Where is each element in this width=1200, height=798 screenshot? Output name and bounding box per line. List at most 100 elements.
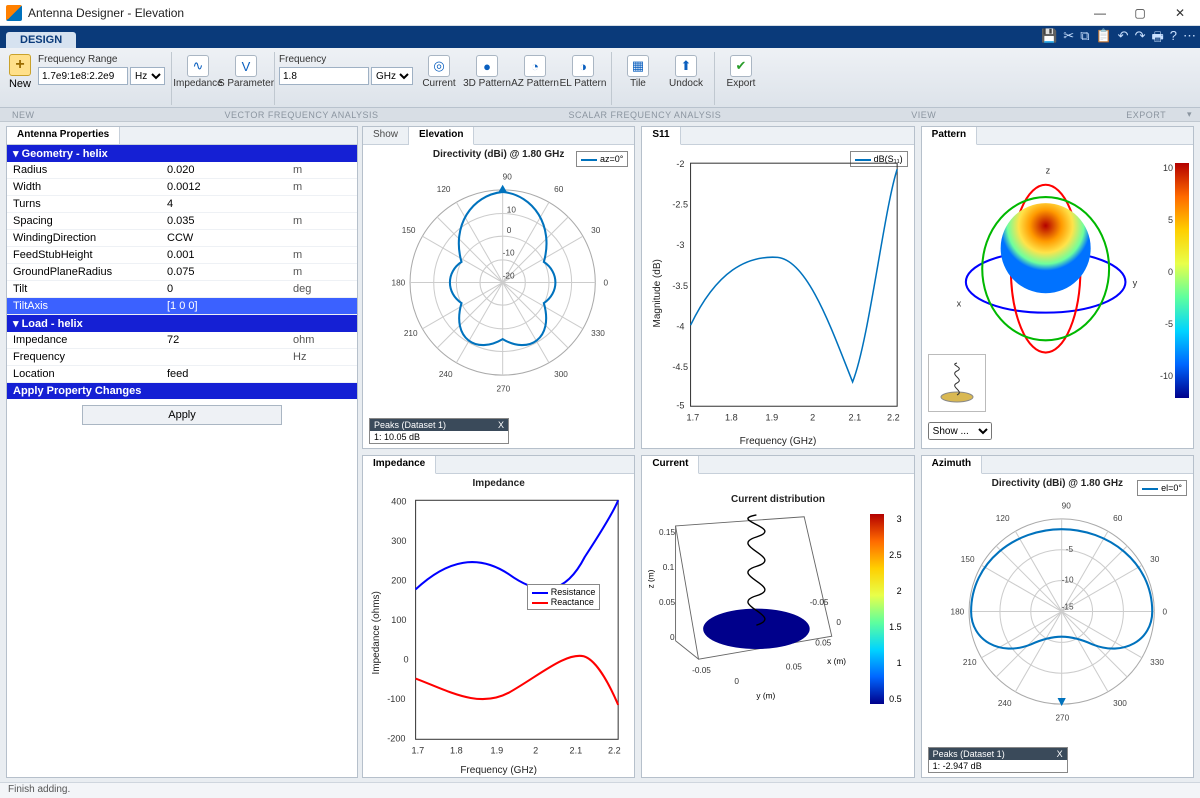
svg-text:210: 210 <box>404 329 418 338</box>
prop-name: Location <box>7 366 161 383</box>
maximize-button[interactable]: ▢ <box>1120 0 1160 26</box>
svg-text:2: 2 <box>533 745 538 755</box>
svg-text:0.15: 0.15 <box>659 528 675 537</box>
options-icon[interactable]: ⋯ <box>1183 28 1196 50</box>
svg-text:60: 60 <box>1113 514 1123 523</box>
redo-icon[interactable]: ↷ <box>1135 28 1146 50</box>
current-chart: 0.150.10.050 -0.0500.05 0.050-0.05 y (m)… <box>648 480 859 719</box>
prop-value[interactable]: feed <box>161 366 287 383</box>
svg-text:240: 240 <box>998 699 1012 708</box>
minimize-button[interactable]: — <box>1080 0 1120 26</box>
tab-show[interactable]: Show <box>363 127 409 144</box>
svg-text:200: 200 <box>391 575 406 585</box>
svg-text:-2: -2 <box>677 159 685 169</box>
svg-text:30: 30 <box>591 226 601 235</box>
geometry-header[interactable]: ▾ Geometry - helix <box>7 145 357 162</box>
prop-unit <box>287 366 357 383</box>
prop-value[interactable] <box>161 349 287 366</box>
prop-name: Spacing <box>7 213 161 230</box>
property-row[interactable]: Turns4 <box>7 196 357 213</box>
prop-unit: m <box>287 264 357 281</box>
property-row[interactable]: FeedStubHeight0.001m <box>7 247 357 264</box>
prop-value[interactable]: 0.0012 <box>161 179 287 196</box>
svg-text:0: 0 <box>604 279 609 288</box>
prop-value[interactable]: 4 <box>161 196 287 213</box>
svg-text:0: 0 <box>735 677 740 686</box>
property-row[interactable]: Width0.0012m <box>7 179 357 196</box>
export-button[interactable]: ✔Export <box>719 52 763 90</box>
prop-value[interactable]: CCW <box>161 230 287 247</box>
tab-s11[interactable]: S11 <box>642 127 680 145</box>
prop-name: FeedStubHeight <box>7 247 161 264</box>
3dpattern-button[interactable]: ●3D Pattern <box>465 52 509 90</box>
prop-value[interactable]: 0.020 <box>161 162 287 179</box>
prop-value[interactable]: 0.075 <box>161 264 287 281</box>
cut-icon[interactable]: ✂ <box>1063 28 1074 50</box>
svg-text:1.9: 1.9 <box>491 745 504 755</box>
freq-range-unit[interactable]: Hz <box>130 67 165 85</box>
svg-text:x (m): x (m) <box>827 657 846 666</box>
tab-current[interactable]: Current <box>642 456 699 474</box>
undock-icon: ⬆ <box>675 55 697 77</box>
tab-antenna-properties[interactable]: Antenna Properties <box>7 127 120 144</box>
prop-value[interactable]: 72 <box>161 332 287 349</box>
copy-icon[interactable]: ⧉ <box>1080 28 1089 50</box>
undock-button[interactable]: ⬆Undock <box>664 52 708 90</box>
undo-icon[interactable]: ↶ <box>1118 28 1129 50</box>
prop-value[interactable]: 0.035 <box>161 213 287 230</box>
close-button[interactable]: ✕ <box>1160 0 1200 26</box>
svg-text:2.1: 2.1 <box>570 745 583 755</box>
property-row[interactable]: Tilt0deg <box>7 281 357 298</box>
tab-elevation[interactable]: Elevation <box>409 127 474 145</box>
current-button[interactable]: ◎Current <box>417 52 461 90</box>
svg-text:2.2: 2.2 <box>608 745 621 755</box>
tile-button[interactable]: ▦Tile <box>616 52 660 90</box>
group-sfa: SCALAR FREQUENCY ANALYSIS <box>569 110 722 120</box>
property-row[interactable]: Spacing0.035m <box>7 213 357 230</box>
svg-text:300: 300 <box>1113 699 1127 708</box>
new-button[interactable]: + New <box>6 52 34 90</box>
prop-unit: Hz <box>287 349 357 366</box>
prop-value[interactable]: 0 <box>161 281 287 298</box>
tab-pattern[interactable]: Pattern <box>922 127 977 145</box>
sparameter-button[interactable]: VS Parameter <box>224 52 268 90</box>
tab-impedance[interactable]: Impedance <box>363 456 436 474</box>
freq-unit[interactable]: GHz <box>371 67 413 85</box>
current-icon: ◎ <box>428 55 450 77</box>
ribbon-collapse-icon[interactable]: ▾ <box>1187 109 1192 120</box>
freq-input[interactable] <box>279 67 369 85</box>
tab-design[interactable]: DESIGN <box>6 32 76 48</box>
svg-text:120: 120 <box>995 514 1009 523</box>
elpattern-button[interactable]: ◑EL Pattern <box>561 52 605 90</box>
azpattern-button[interactable]: ◔AZ Pattern <box>513 52 557 90</box>
property-row[interactable]: WindingDirectionCCW <box>7 230 357 247</box>
property-row[interactable]: Impedance72ohm <box>7 332 357 349</box>
plus-icon: + <box>9 54 31 76</box>
save-icon[interactable]: 💾 <box>1041 28 1057 50</box>
paste-icon[interactable]: 📋 <box>1095 28 1111 50</box>
azimuth-panel: Azimuth Directivity (dBi) @ 1.80 GHz el=… <box>921 455 1194 778</box>
tile-icon: ▦ <box>627 55 649 77</box>
property-row[interactable]: FrequencyHz <box>7 349 357 366</box>
peaks-close-icon[interactable]: X <box>498 420 504 430</box>
apply-button[interactable]: Apply <box>82 405 282 425</box>
print-icon[interactable]: 🖶 <box>1151 28 1163 50</box>
svg-text:0: 0 <box>837 618 842 627</box>
prop-value[interactable]: 0.001 <box>161 247 287 264</box>
property-row[interactable]: GroundPlaneRadius0.075m <box>7 264 357 281</box>
property-row[interactable]: Locationfeed <box>7 366 357 383</box>
freq-label: Frequency <box>279 54 413 65</box>
tab-azimuth[interactable]: Azimuth <box>922 456 982 474</box>
impedance-button[interactable]: ∿Impedance <box>176 52 220 90</box>
svg-text:0: 0 <box>670 633 675 642</box>
s11-xlabel: Frequency (GHz) <box>740 436 817 447</box>
peaks-close-icon[interactable]: X <box>1057 749 1063 759</box>
load-header[interactable]: ▾ Load - helix <box>7 315 357 333</box>
prop-value[interactable]: [1 0 0] <box>161 298 287 315</box>
pattern-show-select[interactable]: Show ... <box>928 422 992 440</box>
svg-text:400: 400 <box>391 496 406 506</box>
property-row[interactable]: TiltAxis[1 0 0] <box>7 298 357 315</box>
help-icon[interactable]: ? <box>1170 28 1177 50</box>
freq-range-input[interactable] <box>38 67 128 85</box>
property-row[interactable]: Radius0.020m <box>7 162 357 179</box>
